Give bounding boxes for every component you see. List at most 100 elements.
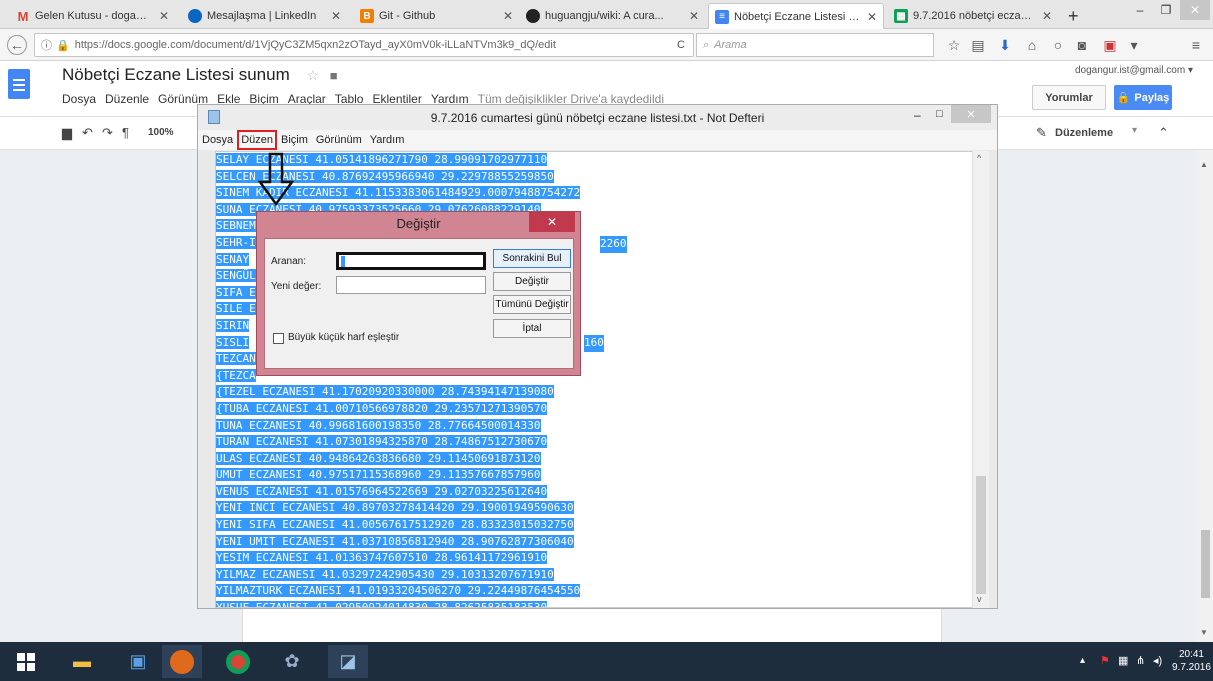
close-icon[interactable]: ✕ bbox=[159, 9, 169, 23]
menu-icon[interactable]: ≡ bbox=[1186, 35, 1206, 55]
translate-icon[interactable]: ▣ bbox=[1100, 35, 1120, 55]
tab-label: Gelen Kutusu - dogang... bbox=[35, 10, 153, 22]
notepad-menu-view[interactable]: Görünüm bbox=[316, 134, 362, 146]
tab-label: Git - Github bbox=[379, 10, 436, 22]
firefox-icon[interactable] bbox=[162, 645, 202, 678]
minimize-icon[interactable]: – bbox=[914, 108, 921, 122]
close-icon[interactable]: ✕ bbox=[529, 212, 575, 232]
notepad-scrollbar[interactable]: ^ v bbox=[972, 151, 989, 608]
share-button[interactable]: 🔒 Paylaş bbox=[1114, 85, 1172, 110]
notepad-line-text: ULAS ECZANESI 40.94864263836680 29.11450… bbox=[216, 451, 541, 465]
menu-file[interactable]: Dosya bbox=[62, 92, 96, 106]
clock[interactable]: 20:41 9.7.2016 bbox=[1172, 648, 1211, 674]
notepad-line: {TEZEL ECZANESI 41.17020920330000 28.743… bbox=[216, 384, 986, 401]
notepad-line-text: VENUS ECZANESI 41.01576964522669 29.0270… bbox=[216, 484, 548, 498]
chrome-icon[interactable] bbox=[218, 645, 258, 678]
reload-icon[interactable]: C bbox=[677, 39, 685, 51]
notepad-line-text: YILMAZ ECZANESI 41.03297242905430 29.103… bbox=[216, 567, 554, 581]
volume-icon[interactable]: ◂) bbox=[1153, 654, 1162, 667]
notepad-line: ULAS ECZANESI 40.94864263836680 29.11450… bbox=[216, 451, 986, 468]
network-icon[interactable]: ⋔ bbox=[1136, 654, 1145, 667]
scroll-up-icon[interactable]: ▲ bbox=[1200, 160, 1208, 169]
zoom-select[interactable]: 100% bbox=[148, 127, 174, 138]
docs-scrollbar[interactable]: ▲ ▼ bbox=[1198, 150, 1213, 642]
chat-icon[interactable]: ○ bbox=[1048, 35, 1068, 55]
notepad-title-bar[interactable]: 9.7.2016 cumartesi günü nöbetçi eczane l… bbox=[198, 105, 997, 130]
scrollbar-thumb[interactable] bbox=[1201, 530, 1210, 598]
collapse-icon[interactable]: ⌃ bbox=[1158, 125, 1169, 141]
tab-docs[interactable]: ≡ Nöbetçi Eczane Listesi s... ✕ bbox=[708, 3, 884, 29]
github-icon bbox=[526, 9, 540, 23]
scrollbar-thumb[interactable] bbox=[976, 476, 986, 594]
editing-mode-select[interactable]: Düzenleme bbox=[1055, 127, 1113, 139]
close-icon[interactable]: ✕ bbox=[867, 10, 877, 24]
notepad-line: {TUBA ECZANESI 41.00710566978820 29.2357… bbox=[216, 401, 986, 418]
replace-button[interactable]: Değiştir bbox=[493, 272, 571, 291]
minimize-icon[interactable]: – bbox=[1126, 0, 1154, 20]
notepad-taskbar-icon[interactable]: ◪ bbox=[328, 645, 368, 678]
docs-logo-icon[interactable] bbox=[8, 69, 30, 99]
tab-sheets[interactable]: ▦ 9.7.2016 nöbetçi eczane... ✕ bbox=[888, 3, 1058, 29]
cancel-button[interactable]: İptal bbox=[493, 319, 571, 338]
close-window-icon[interactable]: ✕ bbox=[1180, 0, 1210, 20]
flag-icon[interactable]: ⚑ bbox=[1100, 654, 1110, 667]
download-icon[interactable]: ⬇ bbox=[995, 35, 1015, 55]
replace-all-button[interactable]: Tümünü Değiştir bbox=[493, 295, 571, 314]
back-icon[interactable]: ← bbox=[7, 35, 27, 55]
print-icon[interactable]: ▆ bbox=[62, 125, 72, 141]
start-button[interactable] bbox=[6, 645, 46, 678]
notepad-menu-file[interactable]: Dosya bbox=[202, 134, 233, 146]
reading-list-icon[interactable]: ▤ bbox=[968, 35, 988, 55]
scroll-up-icon[interactable]: ^ bbox=[977, 153, 981, 163]
tab-linkedin[interactable]: Mesajlaşma | LinkedIn ✕ bbox=[182, 3, 347, 29]
find-input[interactable] bbox=[336, 252, 486, 270]
new-tab-button[interactable]: + bbox=[1062, 3, 1092, 29]
close-icon[interactable]: ✕ bbox=[689, 9, 699, 23]
paint-format-icon[interactable]: ¶ bbox=[122, 125, 129, 140]
search-input[interactable]: ⌕ Arama bbox=[696, 33, 934, 57]
file-explorer-icon[interactable]: ▬ bbox=[62, 645, 102, 678]
pocket-icon[interactable]: ◙ bbox=[1072, 35, 1092, 55]
redo-icon[interactable]: ↷ bbox=[102, 125, 113, 141]
maximize-icon[interactable]: ❐ bbox=[1152, 0, 1180, 20]
notepad-menu-edit[interactable]: Düzen bbox=[237, 130, 277, 150]
menu-edit[interactable]: Düzenle bbox=[105, 92, 149, 106]
close-icon[interactable]: ✕ bbox=[1042, 9, 1052, 23]
tab-git[interactable]: B Git - Github ✕ bbox=[354, 3, 519, 29]
notepad-line-text: SILE E bbox=[216, 302, 256, 316]
comments-button[interactable]: Yorumlar bbox=[1032, 85, 1106, 110]
replace-input[interactable] bbox=[336, 276, 486, 294]
tab-github[interactable]: huguangju/wiki: A cura... ✕ bbox=[520, 3, 705, 29]
document-title-text: Nöbetçi Eczane Listesi sunum bbox=[62, 65, 290, 84]
close-icon[interactable]: ✕ bbox=[503, 9, 513, 23]
notepad-line-text: YENI SIFA ECZANESI 41.00567617512920 28.… bbox=[216, 518, 574, 532]
keyboard-icon[interactable]: ▦ bbox=[1118, 654, 1128, 667]
tab-label: huguangju/wiki: A cura... bbox=[545, 10, 664, 22]
star-icon[interactable]: ☆ bbox=[306, 67, 319, 83]
scroll-down-icon[interactable]: ▼ bbox=[1200, 628, 1208, 637]
notepad-menu-format[interactable]: Biçim bbox=[281, 134, 308, 146]
find-next-button[interactable]: Sonrakini Bul bbox=[493, 249, 571, 268]
folder-icon[interactable]: ■ bbox=[330, 68, 338, 83]
find-label: Aranan: bbox=[271, 256, 307, 267]
document-title[interactable]: Nöbetçi Eczane Listesi sunum ☆ ■ bbox=[62, 65, 338, 85]
dropdown-icon[interactable]: ▾ bbox=[1124, 35, 1144, 55]
match-case-checkbox[interactable] bbox=[273, 333, 284, 344]
close-icon[interactable]: ✕ bbox=[951, 105, 991, 123]
bookmark-star-icon[interactable]: ☆ bbox=[944, 35, 964, 55]
notepad-line-text: SENGÜL bbox=[216, 269, 256, 283]
notepad-line: YILMAZ ECZANESI 41.03297242905430 29.103… bbox=[216, 567, 986, 584]
close-icon[interactable]: ✕ bbox=[331, 9, 341, 23]
url-bar[interactable]: ⓘ 🔒 https://docs.google.com/document/d/1… bbox=[34, 33, 694, 57]
maximize-icon[interactable]: □ bbox=[936, 108, 943, 120]
paint-icon[interactable]: ✿ bbox=[272, 645, 312, 678]
account-email[interactable]: dogangur.ist@gmail.com ▾ bbox=[1075, 65, 1193, 76]
control-panel-icon[interactable]: ▣ bbox=[118, 645, 158, 678]
tray-chevron-icon[interactable]: ▴ bbox=[1080, 655, 1085, 666]
undo-icon[interactable]: ↶ bbox=[82, 125, 93, 141]
scroll-down-icon[interactable]: v bbox=[977, 594, 982, 604]
notepad-menu-help[interactable]: Yardım bbox=[370, 134, 405, 146]
home-icon[interactable]: ⌂ bbox=[1022, 35, 1042, 55]
chevron-down-icon[interactable]: ▾ bbox=[1132, 125, 1137, 136]
tab-gmail[interactable]: M Gelen Kutusu - dogang... ✕ bbox=[10, 3, 175, 29]
